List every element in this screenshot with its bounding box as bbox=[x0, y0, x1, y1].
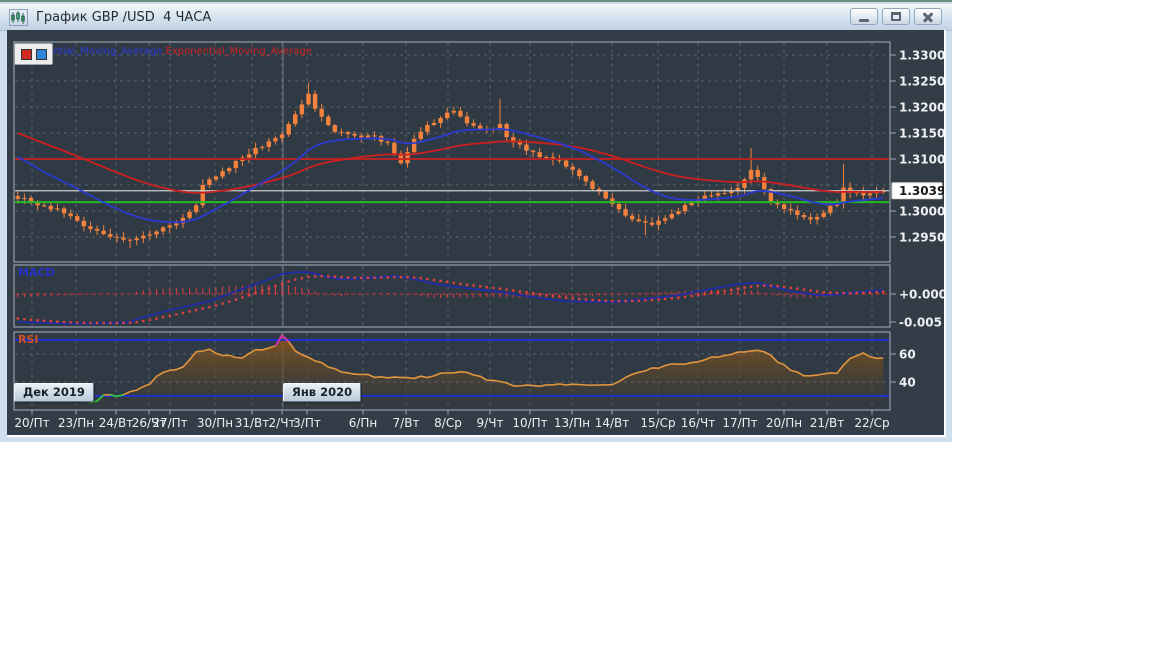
svg-text:30/Пн: 30/Пн bbox=[197, 416, 233, 430]
month-marker-dec-2019: Дек 2019 bbox=[14, 383, 94, 402]
rsi-panel-label: RSI bbox=[18, 333, 39, 346]
desktop: График GBP /USD 4 ЧАСА 1.3300 1.3250 1.320… bbox=[0, 0, 1152, 648]
svg-text:20/Пт: 20/Пт bbox=[14, 416, 49, 430]
rsi-panel[interactable] bbox=[13, 331, 891, 411]
svg-text:3/Пт: 3/Пт bbox=[293, 416, 321, 430]
candlestick-chart-icon bbox=[9, 8, 28, 26]
svg-text:1.3150: 1.3150 bbox=[899, 126, 944, 140]
svg-text:1.3250: 1.3250 bbox=[899, 74, 944, 88]
svg-text:40: 40 bbox=[899, 375, 916, 389]
svg-text:14/Вт: 14/Вт bbox=[595, 416, 630, 430]
svg-text:2/Чт: 2/Чт bbox=[269, 416, 296, 430]
svg-text:1.2950: 1.2950 bbox=[899, 230, 944, 244]
minimize-icon bbox=[859, 18, 869, 22]
svg-text:1.3200: 1.3200 bbox=[899, 100, 944, 114]
svg-text:13/Пн: 13/Пн bbox=[554, 416, 590, 430]
svg-text:9/Чт: 9/Чт bbox=[477, 416, 504, 430]
svg-text:6/Пн: 6/Пн bbox=[349, 416, 378, 430]
svg-text:20/Пн: 20/Пн bbox=[766, 416, 802, 430]
chart-window: График GBP /USD 4 ЧАСА 1.3300 1.3250 1.320… bbox=[0, 0, 952, 442]
macd-panel[interactable] bbox=[13, 264, 891, 328]
svg-text:17/Пт: 17/Пт bbox=[722, 416, 757, 430]
svg-text:-0.005: -0.005 bbox=[899, 315, 942, 329]
svg-text:15/Ср: 15/Ср bbox=[640, 416, 675, 430]
title-bar[interactable]: График GBP /USD 4 ЧАСА bbox=[0, 4, 952, 31]
current-price-value: 1.3039 bbox=[899, 184, 944, 198]
ema-slow-label: Exponential_Moving_Average bbox=[165, 46, 312, 57]
svg-text:21/Вт: 21/Вт bbox=[810, 416, 845, 430]
chart-client-area: 1.3300 1.3250 1.3200 1.3150 1.3100 1.3000 1.29… bbox=[7, 30, 946, 437]
price-axis[interactable]: 1.3300 1.3250 1.3200 1.3150 1.3100 1.3000 1.29… bbox=[890, 48, 944, 389]
svg-text:1.3300: 1.3300 bbox=[899, 48, 944, 62]
blue-swatch-icon bbox=[35, 48, 47, 60]
minimize-button[interactable] bbox=[850, 8, 878, 25]
red-swatch-icon bbox=[20, 48, 32, 60]
svg-text:+0.000: +0.000 bbox=[899, 287, 944, 301]
close-icon bbox=[922, 11, 934, 22]
legend-swatch-box[interactable] bbox=[14, 43, 53, 65]
time-axis: 20/Пт 23/Пн 24/Вт26/Чт27/Пт 30/Пн 31/Вт 2/Чт3… bbox=[14, 410, 890, 430]
window-title: График GBP /USD 4 ЧАСА bbox=[36, 9, 212, 25]
svg-text:24/Вт: 24/Вт bbox=[99, 416, 134, 430]
svg-text:1.3100: 1.3100 bbox=[899, 152, 944, 166]
close-button[interactable] bbox=[914, 8, 942, 25]
svg-text:10/Пт: 10/Пт bbox=[512, 416, 547, 430]
indicator-legend-text: Exponential_Moving_Average.Exponential_M… bbox=[16, 46, 312, 57]
svg-text:1.3000: 1.3000 bbox=[899, 204, 944, 218]
window-controls bbox=[850, 8, 942, 25]
svg-text:8/Ср: 8/Ср bbox=[434, 416, 462, 430]
price-panel[interactable] bbox=[13, 41, 891, 263]
month-marker-jan-2020: Янв 2020 bbox=[283, 383, 362, 402]
svg-text:16/Чт: 16/Чт bbox=[681, 416, 716, 430]
svg-text:27/Пт: 27/Пт bbox=[152, 416, 187, 430]
maximize-button[interactable] bbox=[882, 8, 910, 25]
svg-text:22/Ср: 22/Ср bbox=[854, 416, 889, 430]
svg-text:7/Вт: 7/Вт bbox=[393, 416, 420, 430]
svg-text:23/Пн: 23/Пн bbox=[58, 416, 94, 430]
restore-icon bbox=[891, 12, 901, 21]
chart-canvas[interactable]: 1.3300 1.3250 1.3200 1.3150 1.3100 1.3000 1.29… bbox=[7, 30, 944, 435]
svg-text:31/Вт: 31/Вт bbox=[235, 416, 270, 430]
svg-text:60: 60 bbox=[899, 347, 916, 361]
macd-panel-label: MACD bbox=[18, 266, 55, 279]
